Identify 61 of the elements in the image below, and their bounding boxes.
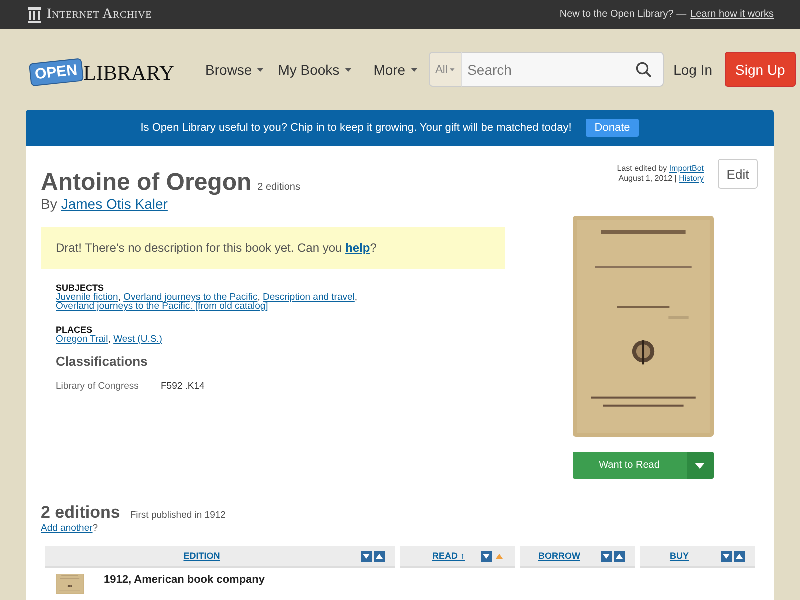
sort-down-icon[interactable] <box>360 550 372 562</box>
editions-count: 2 editions <box>258 182 300 193</box>
column-sort-link[interactable]: BORROW <box>538 551 580 561</box>
banner-message: Is Open Library useful to you? Chip in to keep it growing. Your gift will be matched today! <box>140 122 572 134</box>
learn-link[interactable]: Learn how it works <box>690 9 774 20</box>
want-to-read-button[interactable]: Want to Read <box>572 452 686 479</box>
brand-name[interactable]: Internet Archive <box>47 6 152 22</box>
description-notice: Drat! There's no description for this book yet. Can you help? <box>56 241 377 255</box>
column-sort-link[interactable]: BUY <box>670 551 689 561</box>
column-sort-link[interactable]: READ ↑ <box>432 551 465 561</box>
archive-building-icon[interactable] <box>28 6 41 22</box>
author-link[interactable]: James Otis Kaler <box>61 196 168 212</box>
column-sort-link[interactable]: EDITION <box>184 551 220 561</box>
first-published-text: First published in 1912 <box>130 510 226 521</box>
signup-button[interactable]: Sign Up <box>724 52 796 87</box>
place-link[interactable]: West (U.S.) <box>114 334 162 345</box>
caret-icon <box>695 462 705 468</box>
places-heading: PLACES <box>56 325 94 335</box>
subject-link[interactable]: Overland journeys to the Pacific <box>124 292 258 303</box>
sort-up-icon[interactable] <box>614 550 625 562</box>
nav-menu[interactable]: My Books <box>271 62 359 78</box>
add-another-text: Add another? <box>41 523 100 534</box>
caret-icon <box>257 68 264 72</box>
edit-date-text: August 1, 2012 | History <box>618 174 704 184</box>
nav-menu[interactable]: More <box>366 62 425 78</box>
classification-label: Library of Congress <box>56 381 140 392</box>
sort-down-icon[interactable] <box>481 550 492 562</box>
sort-down-icon[interactable] <box>601 550 612 562</box>
logo-text[interactable]: LIBRARY <box>84 62 175 84</box>
logo-badge[interactable]: OPEN <box>28 58 84 87</box>
help-link[interactable]: help <box>346 241 370 255</box>
sort-up-icon[interactable] <box>374 550 385 562</box>
search-field[interactable]: Search <box>462 52 664 87</box>
login-link[interactable]: Log In <box>674 62 713 78</box>
history-link[interactable]: History <box>679 174 704 183</box>
subject-link[interactable]: Description and travel <box>263 292 355 303</box>
caret-icon <box>344 68 352 72</box>
subject-link[interactable]: Juvenile fiction <box>56 292 118 303</box>
classifications-heading: Classifications <box>56 354 149 369</box>
search-icon[interactable] <box>636 62 652 78</box>
caret-icon <box>410 68 418 72</box>
subject-link[interactable]: Overland journeys to the Pacific. [from old catalog] <box>56 301 268 312</box>
sort-down-icon[interactable] <box>720 550 732 562</box>
edition-title: 1912, American book company <box>104 574 265 588</box>
book-title: Antoine of Oregon <box>41 170 252 196</box>
by-label: By <box>41 196 58 212</box>
classification-value: F592 .K14 <box>161 381 205 392</box>
caret-icon <box>450 68 455 72</box>
sort-up-icon[interactable] <box>734 550 745 562</box>
place-link[interactable]: Oregon Trail <box>56 334 108 345</box>
place-list: Oregon Trail, West (U.S.) <box>56 335 521 344</box>
add-another-link[interactable]: Add another <box>41 523 93 534</box>
prompt-text: New to the Open Library? — <box>560 9 687 20</box>
dropdown-button[interactable] <box>686 452 714 479</box>
nav-menu[interactable]: Browse <box>198 62 272 78</box>
edit-button[interactable]: Edit <box>718 159 758 189</box>
subject-list: Juvenile fiction, Overland journeys to the Pacific, Description and travel, Overland journeys to the Pacific. [from old catalog] <box>56 293 521 311</box>
editions-heading: 2 editions <box>41 503 120 523</box>
user-link[interactable]: ImportBot <box>669 164 704 173</box>
subjects-heading: SUBJECTS <box>56 283 106 293</box>
last-edited-text: Last edited by ImportBot <box>617 164 704 174</box>
